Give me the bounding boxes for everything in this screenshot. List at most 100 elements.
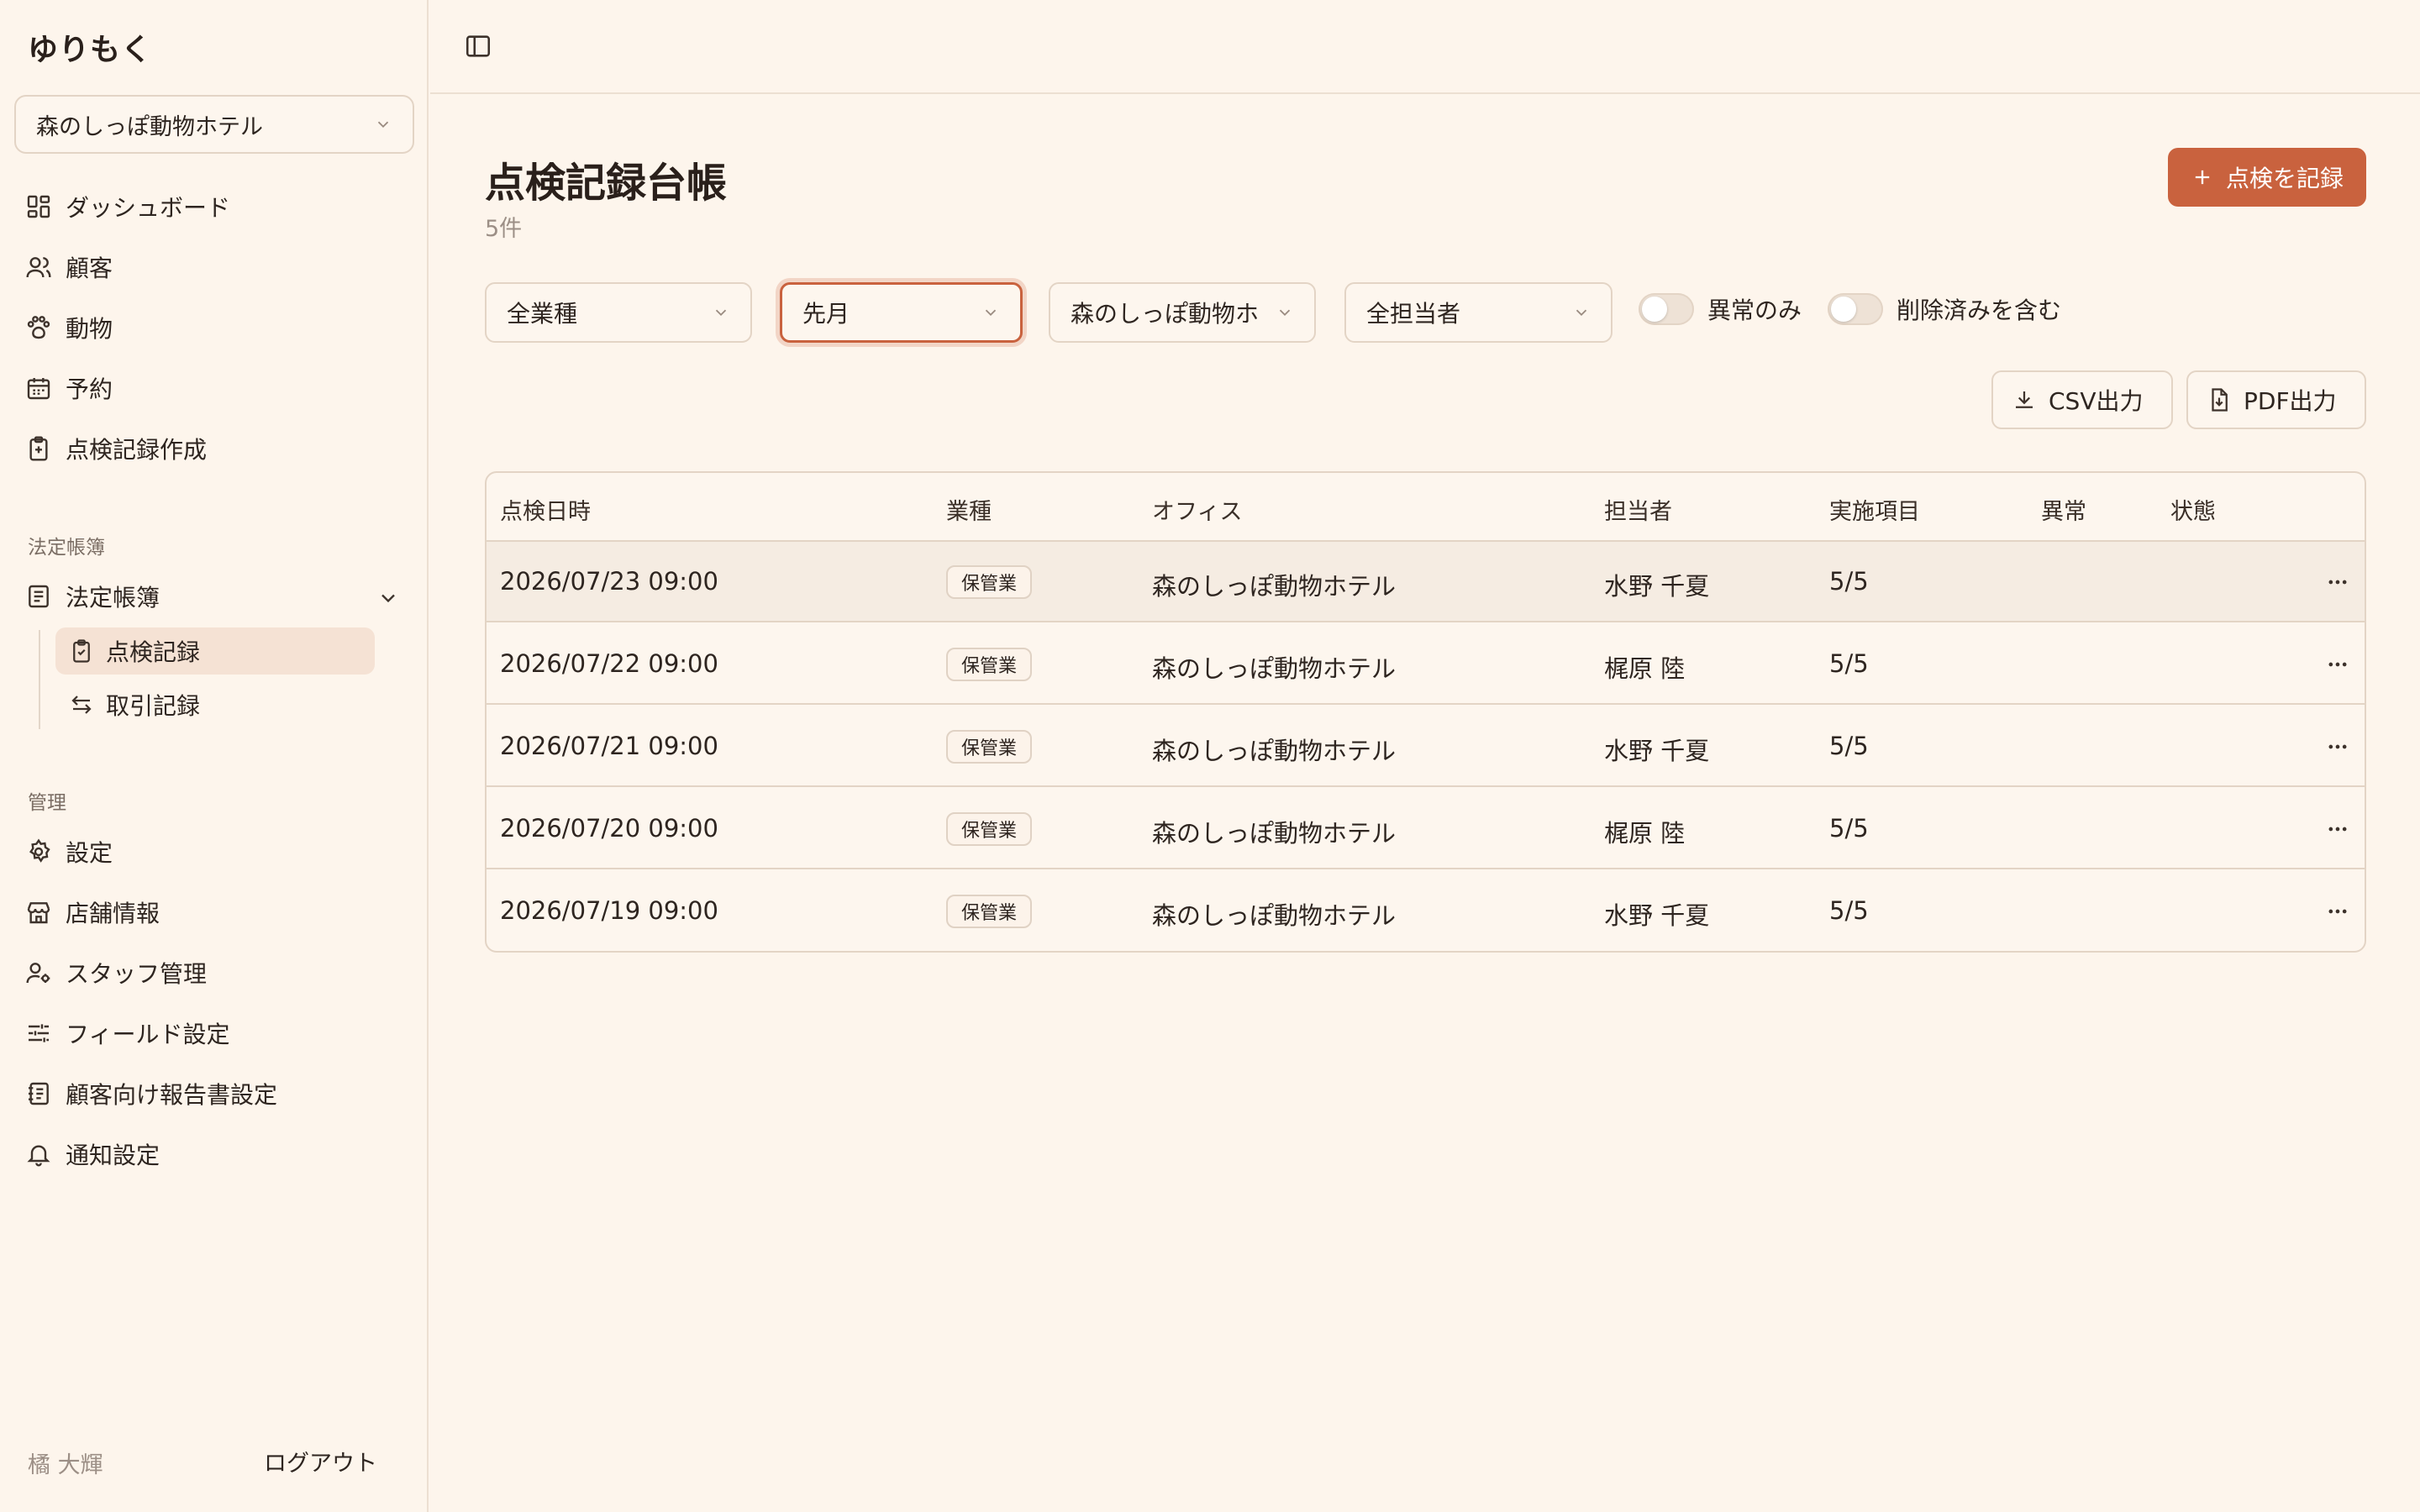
nav-item-create-inspection[interactable]: 点検記録作成	[25, 425, 207, 472]
sidebar-toggle-icon[interactable]	[464, 32, 492, 60]
nav-label: 店舗情報	[66, 900, 160, 927]
cell-datetime: 2026/07/20 09:00	[500, 814, 718, 843]
business-type-badge: 保管業	[946, 812, 1033, 846]
notebook-icon	[25, 1080, 52, 1107]
nav-group-legal-ledger[interactable]: 法定帳簿	[25, 573, 160, 620]
user-gear-icon	[25, 959, 52, 986]
current-user-name: 橘 大輝	[28, 1452, 103, 1478]
nav-label: 予約	[66, 375, 113, 403]
header-datetime[interactable]: 点検日時	[500, 493, 591, 526]
plus-icon	[2191, 165, 2214, 189]
cell-office: 森のしっぽ動物ホテル	[1152, 737, 1397, 765]
anomaly-only-label: 異常のみ	[1707, 297, 1802, 324]
calendar-icon	[25, 375, 52, 402]
logout-button[interactable]: ログアウト	[264, 1445, 377, 1478]
period-filter[interactable]: 先月	[780, 282, 1023, 343]
nav-label: スタッフ管理	[66, 960, 208, 988]
header-items[interactable]: 実施項目	[1829, 493, 1920, 526]
table-row[interactable]: 2026/07/21 09:00 保管業 森のしっぽ動物ホテル 水野 千夏 5/…	[487, 706, 2365, 787]
chevron-down-icon	[712, 303, 730, 322]
cell-staff: 水野 千夏	[1604, 901, 1710, 930]
cell-items: 5/5	[1829, 814, 1869, 843]
office-selector[interactable]: 森のしっぽ動物ホテル	[14, 95, 414, 154]
chevron-down-icon[interactable]	[376, 586, 400, 610]
cell-datetime: 2026/07/23 09:00	[500, 567, 718, 596]
more-actions-icon[interactable]	[2323, 735, 2353, 759]
nav-item-dashboard[interactable]: ダッシュボード	[25, 183, 230, 230]
table-row[interactable]: 2026/07/23 09:00 保管業 森のしっぽ動物ホテル 水野 千夏 5/…	[487, 542, 2365, 622]
file-download-icon	[2207, 387, 2232, 412]
staff-filter[interactable]: 全担当者	[1344, 282, 1612, 343]
ledger-icon	[25, 583, 52, 610]
nav-label: 顧客	[66, 255, 113, 282]
cell-staff: 梶原 陸	[1604, 819, 1686, 848]
clipboard-check-icon	[69, 638, 94, 664]
business-type-badge: 保管業	[946, 730, 1033, 764]
dashboard-icon	[25, 193, 52, 220]
header-status[interactable]: 状態	[2170, 493, 2216, 526]
cell-datetime: 2026/07/19 09:00	[500, 896, 718, 925]
cell-items: 5/5	[1829, 896, 1869, 925]
page-title: 点検記録台帳	[485, 160, 728, 207]
more-actions-icon[interactable]	[2323, 817, 2353, 841]
nav-item-notification-settings[interactable]: 通知設定	[25, 1131, 160, 1178]
nav-item-store-info[interactable]: 店舗情報	[25, 889, 160, 936]
sidebar-item-inspection-records[interactable]: 点検記録	[55, 627, 375, 675]
record-count: 5件	[485, 216, 523, 242]
nav-item-staff-management[interactable]: スタッフ管理	[25, 949, 207, 996]
nav-item-animals[interactable]: 動物	[25, 304, 113, 351]
sidebar-item-transaction-records[interactable]: 取引記録	[55, 681, 375, 728]
submenu-rail	[39, 630, 40, 729]
more-actions-icon[interactable]	[2323, 570, 2353, 594]
header-office[interactable]: オフィス	[1152, 493, 1242, 526]
pdf-export-button[interactable]: PDF出力	[2186, 370, 2366, 429]
cell-items: 5/5	[1829, 732, 1869, 760]
chevron-down-icon	[374, 115, 392, 134]
include-deleted-toggle[interactable]: 削除済みを含む	[1828, 292, 2061, 326]
cell-office: 森のしっぽ動物ホテル	[1152, 654, 1397, 683]
more-actions-icon[interactable]	[2323, 900, 2353, 923]
nav-item-field-settings[interactable]: フィールド設定	[25, 1010, 229, 1057]
table-row[interactable]: 2026/07/22 09:00 保管業 森のしっぽ動物ホテル 梶原 陸 5/5	[487, 624, 2365, 705]
toggle-knob	[1642, 297, 1667, 322]
business-type-badge: 保管業	[946, 895, 1033, 928]
header-staff[interactable]: 担当者	[1604, 493, 1672, 526]
nav-label: 顧客向け報告書設定	[66, 1081, 278, 1109]
office-filter[interactable]: 森のしっぽ動物ホ	[1049, 282, 1316, 343]
add-inspection-label: 点検を記録	[2225, 165, 2344, 192]
nav-item-customers[interactable]: 顧客	[25, 244, 113, 291]
header-anomaly[interactable]: 異常	[2041, 493, 2086, 526]
section-label-admin: 管理	[28, 792, 66, 814]
office-filter-value: 森のしっぽ動物ホ	[1071, 300, 1260, 328]
add-inspection-button[interactable]: 点検を記録	[2168, 148, 2366, 207]
download-icon	[2012, 387, 2037, 412]
table-row[interactable]: 2026/07/19 09:00 保管業 森のしっぽ動物ホテル 水野 千夏 5/…	[487, 871, 2365, 951]
nav-item-settings[interactable]: 設定	[25, 828, 113, 875]
anomaly-only-switch[interactable]	[1639, 293, 1694, 325]
csv-export-label: CSV出力	[2049, 387, 2144, 415]
cell-items: 5/5	[1829, 567, 1869, 596]
sidebar: ゆりもく 森のしっぽ動物ホテル ダッシュボード 顧客 動物 予約 点検記録作成 …	[0, 0, 429, 1512]
include-deleted-switch[interactable]	[1828, 293, 1883, 325]
section-label-legal: 法定帳簿	[28, 537, 105, 559]
staff-filter-value: 全担当者	[1366, 300, 1461, 328]
business-type-filter-value: 全業種	[507, 300, 578, 328]
header-business-type[interactable]: 業種	[946, 493, 992, 526]
business-type-filter[interactable]: 全業種	[485, 282, 752, 343]
business-type-badge: 保管業	[946, 648, 1033, 681]
brand-logo: ゆりもく	[28, 33, 153, 67]
exchange-arrows-icon	[69, 692, 94, 717]
nav-label: 法定帳簿	[66, 584, 160, 612]
office-selector-value: 森のしっぽ動物ホテル	[36, 113, 263, 140]
nav-item-reservations[interactable]: 予約	[25, 365, 113, 412]
period-filter-value: 先月	[802, 300, 850, 328]
nav-label: 動物	[66, 315, 113, 343]
nav-label: 点検記録作成	[66, 436, 208, 464]
table-row[interactable]: 2026/07/20 09:00 保管業 森のしっぽ動物ホテル 梶原 陸 5/5	[487, 789, 2365, 869]
nav-label: ダッシュボード	[66, 194, 231, 222]
nav-item-report-settings[interactable]: 顧客向け報告書設定	[25, 1070, 277, 1117]
anomaly-only-toggle[interactable]: 異常のみ	[1639, 292, 1802, 326]
csv-export-button[interactable]: CSV出力	[1991, 370, 2173, 429]
store-icon	[25, 899, 52, 926]
more-actions-icon[interactable]	[2323, 653, 2353, 676]
